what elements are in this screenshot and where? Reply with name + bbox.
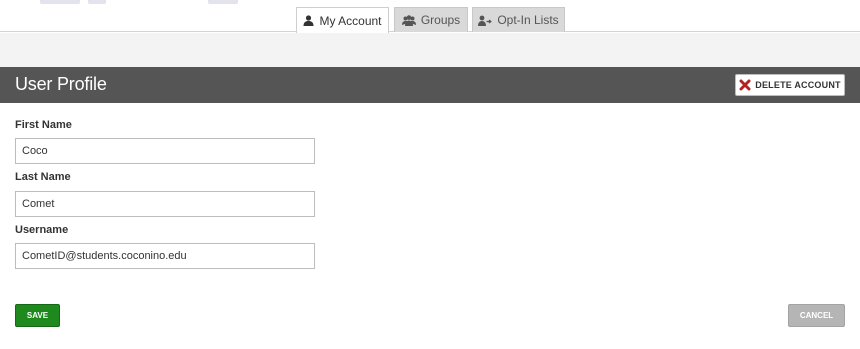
opt-in-icon [478, 15, 493, 26]
last-name-field[interactable] [15, 191, 315, 217]
first-name-field[interactable] [15, 138, 315, 164]
group-icon [401, 14, 416, 26]
last-name-label: Last Name [15, 171, 71, 183]
profile-header: User Profile DELETE ACCOUNT [0, 67, 860, 103]
user-icon [303, 15, 314, 26]
delete-account-label: DELETE ACCOUNT [755, 80, 841, 90]
tab-label: Groups [420, 13, 461, 27]
username-field[interactable] [15, 243, 315, 269]
tab-my-account[interactable]: My Account [296, 7, 389, 33]
toolbar-band [0, 33, 860, 67]
delete-account-button[interactable]: DELETE ACCOUNT [735, 74, 845, 96]
tab-label: Opt-In Lists [497, 13, 559, 27]
tab-groups[interactable]: Groups [394, 7, 468, 32]
tab-opt-in-lists[interactable]: Opt-In Lists [472, 7, 565, 32]
faded-header-remnant [40, 0, 250, 5]
username-label: Username [15, 224, 69, 236]
close-icon [739, 79, 751, 91]
tabs-bar: My Account Groups Opt-In Lists [0, 0, 860, 33]
save-button[interactable]: SAVE [15, 304, 60, 327]
tab-label: My Account [319, 13, 382, 28]
first-name-label: First Name [15, 119, 72, 131]
page: My Account Groups Opt-In Lists User Prof… [0, 0, 860, 349]
cancel-button[interactable]: CANCEL [788, 304, 845, 327]
page-title: User Profile [15, 74, 107, 94]
